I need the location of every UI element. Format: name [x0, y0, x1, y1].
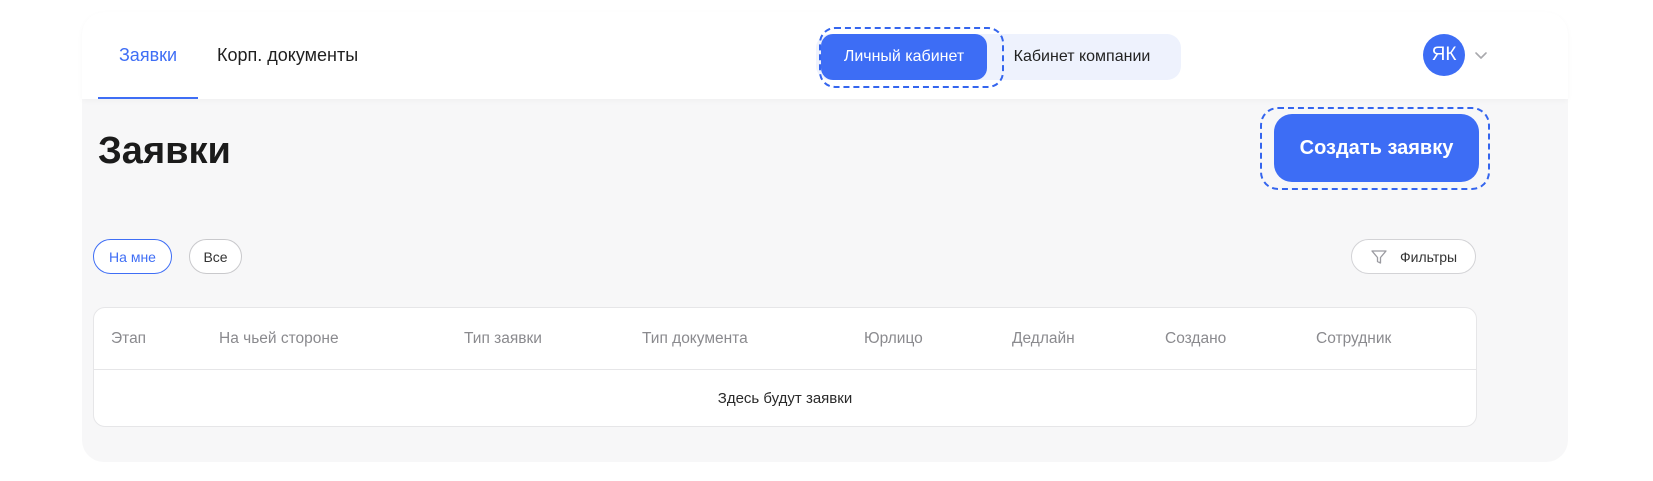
company-cabinet-label: Кабинет компании [1013, 48, 1151, 65]
create-request-label: Создать заявку [1299, 136, 1454, 159]
tab-corp-documents[interactable]: Корп. документы [217, 12, 358, 99]
column-header-employee[interactable]: Сотрудник [1316, 308, 1391, 370]
filter-chip-on-me-label: На мне [109, 248, 156, 265]
create-request-button[interactable]: Создать заявку [1274, 114, 1479, 182]
column-header-side[interactable]: На чьей стороне [219, 308, 339, 370]
tab-requests[interactable]: Заявки [98, 12, 198, 99]
filter-chip-all-label: Все [203, 248, 228, 265]
filter-chip-all[interactable]: Все [189, 239, 242, 274]
app-window: Заявки Корп. документы Личный кабинет Ка… [82, 12, 1568, 462]
column-header-deadline[interactable]: Дедлайн [1012, 308, 1075, 370]
personal-cabinet-label: Личный кабинет [843, 48, 965, 65]
column-header-request-type[interactable]: Тип заявки [464, 308, 542, 370]
avatar-initials: ЯК [1431, 44, 1457, 65]
filter-chip-on-me[interactable]: На мне [93, 239, 172, 274]
personal-cabinet-button[interactable]: Личный кабинет [821, 34, 987, 80]
filter-funnel-icon [1371, 249, 1387, 264]
page-title: Заявки [98, 130, 231, 172]
requests-table: Этап На чьей стороне Тип заявки Тип доку… [93, 307, 1477, 427]
column-header-stage[interactable]: Этап [111, 308, 146, 370]
filters-button-label: Фильтры [1400, 248, 1458, 265]
tab-corp-documents-label: Корп. документы [217, 45, 359, 65]
chevron-down-icon[interactable] [1474, 48, 1488, 62]
cabinet-switcher: Личный кабинет Кабинет компании [816, 34, 1181, 80]
table-header-row: Этап На чьей стороне Тип заявки Тип доку… [94, 308, 1476, 370]
avatar[interactable]: ЯК [1423, 34, 1465, 76]
table-empty-state: Здесь будут заявки [717, 390, 853, 407]
top-navigation-bar: Заявки Корп. документы Личный кабинет Ка… [82, 12, 1568, 99]
column-header-document-type[interactable]: Тип документа [642, 308, 748, 370]
column-header-created[interactable]: Создано [1165, 308, 1226, 370]
filters-button[interactable]: Фильтры [1351, 239, 1476, 274]
column-header-legal-entity[interactable]: Юрлицо [864, 308, 923, 370]
company-cabinet-button[interactable]: Кабинет компании [1006, 34, 1158, 80]
tab-requests-label: Заявки [118, 45, 178, 65]
